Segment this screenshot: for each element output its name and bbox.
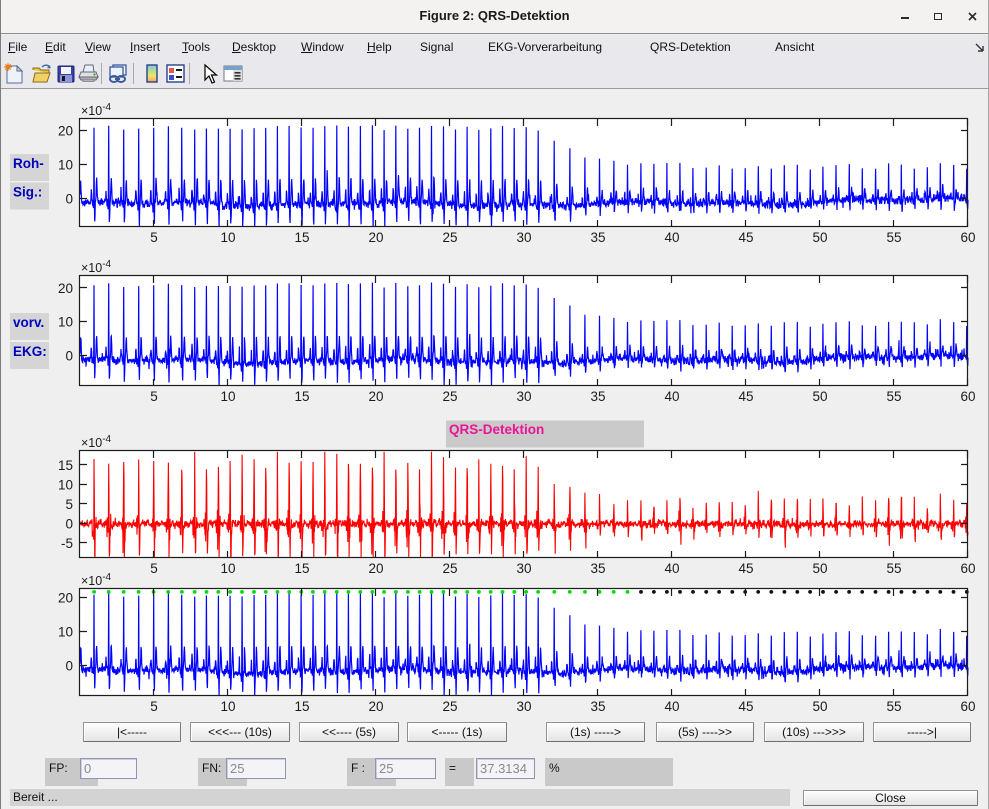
svg-text:5: 5 <box>150 230 158 245</box>
svg-text:vorv.: vorv. <box>13 315 44 330</box>
svg-text:30: 30 <box>516 561 531 576</box>
svg-text:10: 10 <box>220 561 235 576</box>
svg-text:20: 20 <box>58 591 73 606</box>
svg-text:15: 15 <box>294 389 309 404</box>
svg-text:60: 60 <box>960 389 975 404</box>
svg-text:60: 60 <box>960 230 975 245</box>
svg-text:20: 20 <box>368 561 383 576</box>
svg-text:35: 35 <box>590 389 605 404</box>
svg-text:×10-4: ×10-4 <box>81 572 112 588</box>
svg-text:50: 50 <box>812 561 827 576</box>
svg-text:15: 15 <box>294 699 309 714</box>
svg-text:-5: -5 <box>61 536 73 551</box>
svg-text:5: 5 <box>150 389 158 404</box>
svg-text:0: 0 <box>65 192 73 207</box>
svg-text:20: 20 <box>58 281 73 296</box>
svg-text:50: 50 <box>812 230 827 245</box>
svg-text:15: 15 <box>294 230 309 245</box>
svg-text:30: 30 <box>516 699 531 714</box>
svg-text:35: 35 <box>590 561 605 576</box>
svg-text:Sig.:: Sig.: <box>13 185 42 200</box>
svg-text:50: 50 <box>812 389 827 404</box>
svg-text:15: 15 <box>294 561 309 576</box>
svg-text:45: 45 <box>738 230 753 245</box>
svg-text:55: 55 <box>886 230 901 245</box>
svg-text:10: 10 <box>58 158 73 173</box>
svg-text:45: 45 <box>738 699 753 714</box>
svg-text:10: 10 <box>220 699 235 714</box>
svg-text:0: 0 <box>65 659 73 674</box>
svg-text:60: 60 <box>960 699 975 714</box>
svg-text:30: 30 <box>516 389 531 404</box>
svg-text:30: 30 <box>516 230 531 245</box>
svg-text:25: 25 <box>442 230 457 245</box>
svg-text:×10-4: ×10-4 <box>81 434 112 450</box>
svg-text:35: 35 <box>590 230 605 245</box>
svg-text:5: 5 <box>65 497 73 512</box>
svg-text:40: 40 <box>664 389 679 404</box>
svg-text:10: 10 <box>58 625 73 640</box>
svg-text:×10-4: ×10-4 <box>81 102 112 118</box>
svg-text:5: 5 <box>150 561 158 576</box>
svg-text:40: 40 <box>664 561 679 576</box>
svg-text:Roh-: Roh- <box>13 156 44 171</box>
svg-text:25: 25 <box>442 699 457 714</box>
svg-text:20: 20 <box>368 699 383 714</box>
svg-text:10: 10 <box>58 315 73 330</box>
svg-text:25: 25 <box>442 389 457 404</box>
svg-text:15: 15 <box>58 458 73 473</box>
svg-text:40: 40 <box>664 230 679 245</box>
svg-text:45: 45 <box>738 561 753 576</box>
svg-text:40: 40 <box>664 699 679 714</box>
svg-text:55: 55 <box>886 699 901 714</box>
svg-text:×10-4: ×10-4 <box>81 259 112 275</box>
svg-text:25: 25 <box>442 561 457 576</box>
svg-text:0: 0 <box>65 349 73 364</box>
svg-text:55: 55 <box>886 561 901 576</box>
svg-text:45: 45 <box>738 389 753 404</box>
svg-text:10: 10 <box>220 230 235 245</box>
svg-text:60: 60 <box>960 561 975 576</box>
svg-text:5: 5 <box>150 699 158 714</box>
svg-text:20: 20 <box>368 389 383 404</box>
svg-text:EKG:: EKG: <box>13 344 47 359</box>
svg-text:0: 0 <box>65 516 73 531</box>
svg-text:QRS-Detektion: QRS-Detektion <box>449 422 544 437</box>
svg-text:10: 10 <box>220 389 235 404</box>
svg-text:50: 50 <box>812 699 827 714</box>
svg-text:10: 10 <box>58 477 73 492</box>
svg-text:55: 55 <box>886 389 901 404</box>
svg-text:20: 20 <box>368 230 383 245</box>
svg-text:20: 20 <box>58 124 73 139</box>
svg-text:35: 35 <box>590 699 605 714</box>
